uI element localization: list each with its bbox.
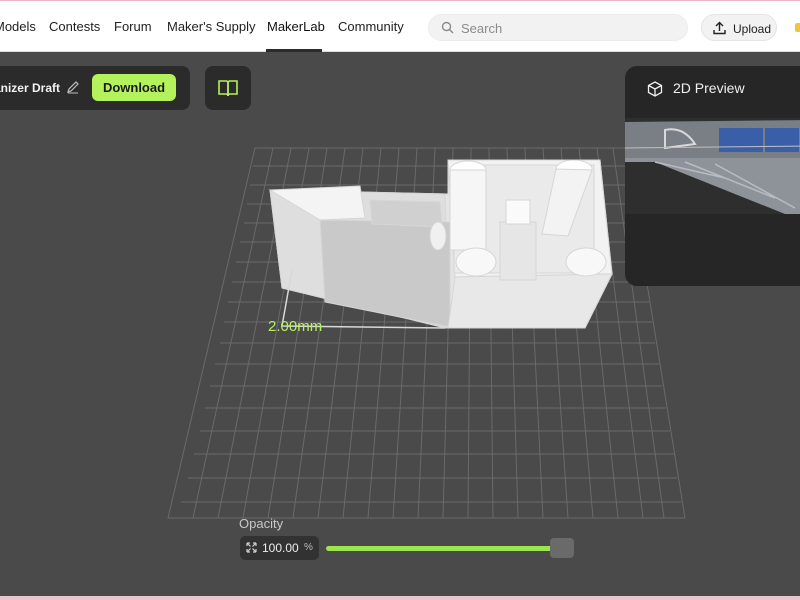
search-box[interactable] <box>428 14 688 41</box>
upload-label: Upload <box>733 22 772 36</box>
model-workspace: 2.00mm Parametric Organizer Draft Downlo… <box>0 52 800 598</box>
nav-item-community[interactable]: Community <box>338 19 404 34</box>
opacity-value[interactable]: 100.00 <box>262 541 299 555</box>
upload-icon <box>713 21 726 35</box>
preview-title: 2D Preview <box>673 80 745 96</box>
guide-button[interactable] <box>205 66 251 110</box>
top-navigation: Models Contests Forum Maker's Supply Mak… <box>0 0 800 52</box>
opacity-unit: % <box>304 542 313 553</box>
opacity-slider-track[interactable] <box>326 546 562 551</box>
bottom-strip <box>0 596 800 600</box>
2d-preview-panel[interactable]: 2D Preview <box>625 66 800 286</box>
dimension-label: 2.00mm <box>268 318 322 335</box>
nav-item-makers-supply[interactable]: Maker's Supply <box>167 19 255 34</box>
cube-icon <box>647 81 663 97</box>
book-icon <box>218 80 238 97</box>
nav-item-makerlab[interactable]: MakerLab <box>267 19 325 34</box>
edit-icon[interactable] <box>66 80 80 94</box>
draft-title: Parametric Organizer Draft <box>0 81 60 95</box>
search-input[interactable] <box>461 19 676 37</box>
opacity-slider-handle[interactable] <box>550 538 574 558</box>
nav-item-contests[interactable]: Contests <box>49 19 100 34</box>
opacity-label: Opacity <box>239 516 284 531</box>
expand-icon <box>246 542 257 553</box>
opacity-field[interactable]: 100.00 % <box>240 536 319 560</box>
nav-item-forum[interactable]: Forum <box>114 19 152 34</box>
draft-toolbar: Parametric Organizer Draft Download <box>0 66 190 110</box>
slice-preview-image <box>625 118 800 214</box>
search-icon <box>441 21 454 34</box>
upload-button[interactable]: Upload <box>701 14 777 41</box>
download-button[interactable]: Download <box>92 74 176 101</box>
partial-header-element <box>795 23 800 32</box>
nav-item-models[interactable]: Models <box>0 19 36 34</box>
